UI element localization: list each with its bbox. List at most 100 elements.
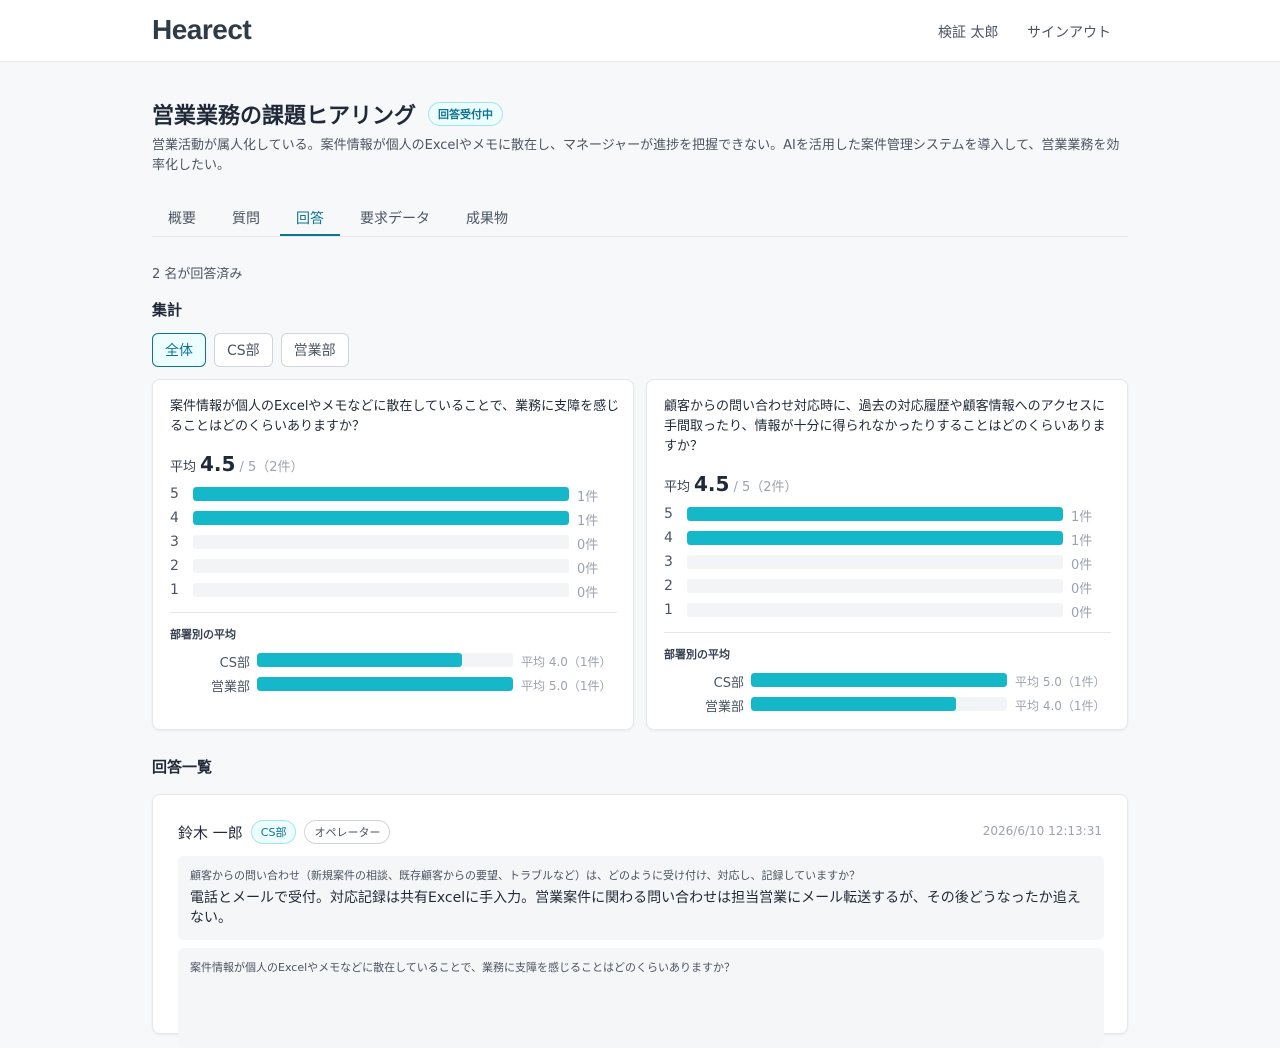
rating-bar xyxy=(687,531,1063,545)
dept-average-value: 平均 5.0（1件） xyxy=(521,679,612,693)
rating-bar xyxy=(193,511,569,525)
responses-heading: 回答一覧 xyxy=(152,758,213,776)
rating-label: 1 xyxy=(170,582,179,598)
tab-requirements[interactable]: 要求データ xyxy=(360,208,430,228)
tab-overview[interactable]: 概要 xyxy=(168,208,196,228)
filter-cs-button[interactable]: CS部 xyxy=(214,333,273,367)
signout-link[interactable]: サインアウト xyxy=(1027,22,1111,42)
rating-count: 0件 xyxy=(577,562,599,577)
rating-bar-row: 4 1件 xyxy=(664,528,1114,549)
rating-bar-track xyxy=(687,507,1063,521)
dept-bar-track xyxy=(751,673,1007,687)
rating-bar xyxy=(687,507,1063,521)
filter-all-button[interactable]: 全体 xyxy=(152,333,206,367)
rating-bar-row: 2 0件 xyxy=(664,576,1114,597)
average-value: 4.5 xyxy=(200,452,236,476)
summary-heading: 集計 xyxy=(152,301,183,319)
tab-deliverables[interactable]: 成果物 xyxy=(466,208,508,228)
rating-bar-track xyxy=(687,531,1063,545)
answer-block: 案件情報が個人のExcelやメモなどに散在していることで、業務に支障を感じること… xyxy=(178,948,1104,1048)
rating-bar-row: 5 1件 xyxy=(664,504,1114,525)
tab-questions[interactable]: 質問 xyxy=(232,208,260,228)
rating-bar-row: 3 0件 xyxy=(664,552,1114,573)
rating-bar-row: 2 0件 xyxy=(170,556,620,577)
rating-bar-track xyxy=(687,579,1063,593)
dept-name: 営業部 xyxy=(210,680,250,695)
user-name: 検証 太郎 xyxy=(938,25,999,41)
respondent-count: 2 名が回答済み xyxy=(152,267,243,282)
average-suffix: / 5（2件） xyxy=(733,480,798,495)
divider xyxy=(170,612,617,613)
rating-count: 1件 xyxy=(1071,534,1093,549)
rating-label: 2 xyxy=(664,578,673,594)
rating-bar xyxy=(193,487,569,501)
rating-count: 0件 xyxy=(577,586,599,601)
response-timestamp: 2026/6/10 12:13:31 xyxy=(982,824,1102,838)
role-tag: オペレーター xyxy=(304,820,391,844)
respondent-name: 鈴木 一郎 xyxy=(178,823,243,842)
rating-bar-track xyxy=(687,555,1063,569)
dept-name: 営業部 xyxy=(704,700,744,715)
average-score: 平均 4.5 / 5（2件） xyxy=(664,472,798,496)
dept-average-title: 部署別の平均 xyxy=(170,628,236,641)
response-header: 鈴木 一郎 CS部 オペレーター xyxy=(178,820,391,844)
top-bar: Hearect 検証 太郎 サインアウト xyxy=(0,0,1280,62)
rating-bar-track xyxy=(193,535,569,549)
dept-average-value: 平均 4.0（1件） xyxy=(521,655,612,669)
average-suffix: / 5（2件） xyxy=(239,460,304,475)
dept-name: CS部 xyxy=(219,656,250,671)
page-title: 営業業務の課題ヒアリング xyxy=(152,104,417,129)
project-description: 営業活動が属人化している。案件情報が個人のExcelやメモに散在し、マネージャー… xyxy=(152,138,1120,173)
average-label: 平均 xyxy=(170,460,197,475)
filter-sales-button[interactable]: 営業部 xyxy=(280,333,349,367)
dept-name: CS部 xyxy=(713,676,744,691)
dept-average-value: 平均 5.0（1件） xyxy=(1015,675,1106,689)
rating-bar-track xyxy=(193,487,569,501)
rating-bar-row: 1 0件 xyxy=(664,600,1114,621)
rating-label: 5 xyxy=(664,506,673,522)
rating-label: 1 xyxy=(664,602,673,618)
question-summary-card: 顧客からの問い合わせ対応時に、過去の対応履歴や顧客情報へのアクセスに手間取ったり… xyxy=(646,379,1128,730)
dept-tag: CS部 xyxy=(250,820,297,844)
rating-count: 1件 xyxy=(577,490,599,505)
rating-bar-track xyxy=(687,603,1063,617)
rating-bar-track xyxy=(193,511,569,525)
dept-average-row: 営業部 平均 4.0（1件） xyxy=(664,694,1114,715)
rating-bar-track xyxy=(193,583,569,597)
divider xyxy=(664,632,1111,633)
dept-bar-track xyxy=(257,653,513,667)
question-summary-card: 案件情報が個人のExcelやメモなどに散在していることで、業務に支障を感じること… xyxy=(152,379,634,730)
average-score: 平均 4.5 / 5（2件） xyxy=(170,452,304,476)
rating-count: 0件 xyxy=(1071,558,1093,573)
answer-question: 顧客からの問い合わせ（新規案件の相談、既存顧客からの要望、トラブルなど）は、どの… xyxy=(190,869,861,882)
answer-question: 案件情報が個人のExcelやメモなどに散在していることで、業務に支障を感じること… xyxy=(190,961,736,974)
rating-bar-track xyxy=(193,559,569,573)
rating-count: 0件 xyxy=(1071,582,1093,597)
rating-label: 5 xyxy=(170,486,179,502)
question-text: 顧客からの問い合わせ対応時に、過去の対応履歴や顧客情報へのアクセスに手間取ったり… xyxy=(664,399,1106,454)
rating-label: 2 xyxy=(170,558,179,574)
rating-label: 3 xyxy=(170,534,179,550)
dept-average-bar xyxy=(751,673,1007,687)
dept-average-row: 営業部 平均 5.0（1件） xyxy=(170,674,620,695)
rating-bar-row: 1 0件 xyxy=(170,580,620,601)
dept-bar-track xyxy=(257,677,513,691)
app-logo[interactable]: Hearect xyxy=(152,14,252,46)
dept-average-bar xyxy=(257,653,462,667)
question-text: 案件情報が個人のExcelやメモなどに散在していることで、業務に支障を感じること… xyxy=(170,399,620,434)
status-badge: 回答受付中 xyxy=(428,102,504,126)
average-value: 4.5 xyxy=(694,472,730,496)
rating-label: 4 xyxy=(170,510,179,526)
active-tab-indicator xyxy=(280,234,340,236)
rating-count: 1件 xyxy=(1071,510,1093,525)
rating-count: 1件 xyxy=(577,514,599,529)
rating-label: 3 xyxy=(664,554,673,570)
rating-count: 0件 xyxy=(1071,606,1093,621)
response-card: 鈴木 一郎 CS部 オペレーター 2026/6/10 12:13:31 顧客から… xyxy=(152,794,1128,1048)
title-row: 営業業務の課題ヒアリング 回答受付中 xyxy=(152,98,504,130)
dept-average-row: CS部 平均 4.0（1件） xyxy=(170,650,620,671)
average-label: 平均 xyxy=(664,480,691,495)
dept-average-bar xyxy=(257,677,513,691)
tab-answers[interactable]: 回答 xyxy=(296,208,324,228)
dept-filter-group: 全体 CS部 営業部 xyxy=(152,333,349,367)
